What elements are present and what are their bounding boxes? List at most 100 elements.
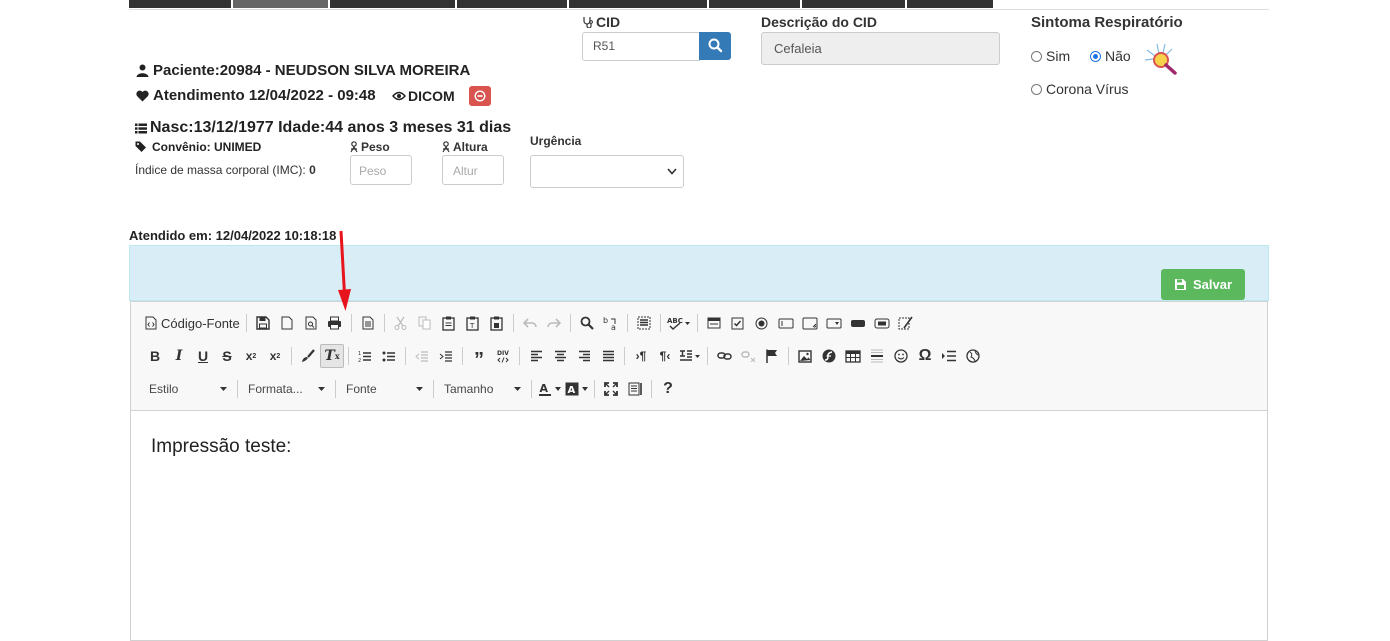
save-doc-button[interactable] [251,311,275,335]
format-combo[interactable]: Formata... [242,378,331,400]
numbered-list-button[interactable]: 12 [353,344,377,368]
spellcheck-button[interactable]: ABC [665,311,693,335]
textarea-button[interactable] [798,311,822,335]
redo-button[interactable] [542,311,566,335]
remove-format-button[interactable]: Tx [320,344,344,368]
tab-3[interactable] [330,0,455,8]
paste-text-button[interactable]: T [461,311,485,335]
alert-button[interactable] [469,86,491,106]
special-char-button[interactable]: Ω [913,344,937,368]
bulleted-list-button[interactable] [377,344,401,368]
select-all-button[interactable] [632,311,656,335]
font-combo[interactable]: Fonte [340,378,429,400]
page-break-button[interactable] [937,344,961,368]
radio-nao-circle[interactable] [1090,50,1101,62]
copy-format-button[interactable] [296,344,320,368]
justify-button[interactable] [596,344,620,368]
redo-icon [546,318,561,328]
svg-text:1: 1 [358,351,361,357]
table-button[interactable] [841,344,865,368]
svg-text:b: b [603,316,608,325]
unlink-button[interactable] [736,344,760,368]
altura-input[interactable]: Altur [442,155,504,185]
smiley-button[interactable] [889,344,913,368]
outdent-button[interactable] [410,344,434,368]
maximize-button[interactable] [599,377,623,401]
blockquote-button[interactable]: ” [467,344,491,370]
find-button[interactable] [575,311,599,335]
size-combo[interactable]: Tamanho [438,378,527,400]
iframe-button[interactable] [961,344,985,368]
text-color-button[interactable]: A [536,377,563,401]
style-combo[interactable]: Estilo [143,378,233,400]
peso-placeholder: Peso [359,164,387,178]
caret-down-icon [220,386,227,391]
copy-button[interactable] [413,311,437,335]
urgencia-select[interactable] [530,155,684,188]
creatediv-button[interactable]: DIV [491,344,515,368]
indent-button[interactable] [434,344,458,368]
italic-button[interactable]: I [167,344,191,368]
strike-button[interactable]: S [215,344,239,368]
cid-search-button[interactable] [699,32,731,60]
align-right-button[interactable] [572,344,596,368]
subscript-button[interactable]: x2 [239,344,263,368]
radio-nao[interactable]: Não [1090,48,1131,64]
show-blocks-button[interactable] [623,377,647,401]
rtl-button[interactable]: ¶‹ [653,344,677,368]
save-button[interactable]: Salvar [1161,269,1245,300]
flash-button[interactable] [817,344,841,368]
form-button[interactable] [702,311,726,335]
select-field-button[interactable] [822,311,846,335]
replace-icon: ba [603,316,616,331]
undo-button[interactable] [518,311,542,335]
checkbox-button[interactable] [726,311,750,335]
source-button[interactable]: Código-Fonte [143,311,242,335]
tab-7[interactable] [802,0,905,8]
preview-button[interactable] [299,311,323,335]
print-button[interactable] [323,311,347,335]
bold-button[interactable]: B [143,344,167,368]
tab-6[interactable] [709,0,800,8]
dicom-link[interactable]: DICOM [392,88,455,104]
bg-color-button[interactable]: A [563,377,590,401]
superscript-button[interactable]: x2 [263,344,287,368]
button-field-button[interactable] [846,311,870,335]
hidden-field-button[interactable] [894,311,918,335]
tab-8[interactable] [907,0,993,8]
paste-word-button[interactable] [485,311,509,335]
new-page-button[interactable] [275,311,299,335]
language-button[interactable] [677,344,703,368]
tab-2[interactable] [233,0,328,8]
anchor-button[interactable] [760,344,784,368]
help-button[interactable]: ? [656,377,680,401]
cid-input[interactable]: R51 [582,32,700,61]
align-center-button[interactable] [548,344,572,368]
radio-sim[interactable]: Sim [1031,48,1070,64]
separator [569,314,571,332]
textfield-button[interactable] [774,311,798,335]
radio-sim-circle[interactable] [1031,50,1042,62]
image-button-tool[interactable] [870,311,894,335]
paste-button[interactable] [437,311,461,335]
rich-text-editor: Código-Fonte T ba ABC B I U S x 2 x 2 T … [130,301,1268,641]
tab-4[interactable] [457,0,567,8]
radio-button-tool[interactable] [750,311,774,335]
replace-button[interactable]: ba [599,311,623,335]
align-left-button[interactable] [524,344,548,368]
templates-button[interactable] [356,311,380,335]
editor-content[interactable]: Impressão teste: [151,436,291,458]
tab-1[interactable] [129,0,231,8]
horizontal-rule-button[interactable] [865,344,889,368]
tab-5[interactable] [569,0,707,8]
justify-icon [602,350,614,362]
peso-input[interactable]: Peso [350,155,412,185]
ltr-button[interactable]: ›¶ [629,344,653,368]
underline-button[interactable]: U [191,344,215,368]
radio-corona-circle[interactable] [1031,83,1042,95]
radio-corona[interactable]: Corona Vírus [1031,81,1128,97]
link-button[interactable] [712,344,736,368]
separator [659,314,661,332]
image-button[interactable] [793,344,817,368]
cut-button[interactable] [389,311,413,335]
